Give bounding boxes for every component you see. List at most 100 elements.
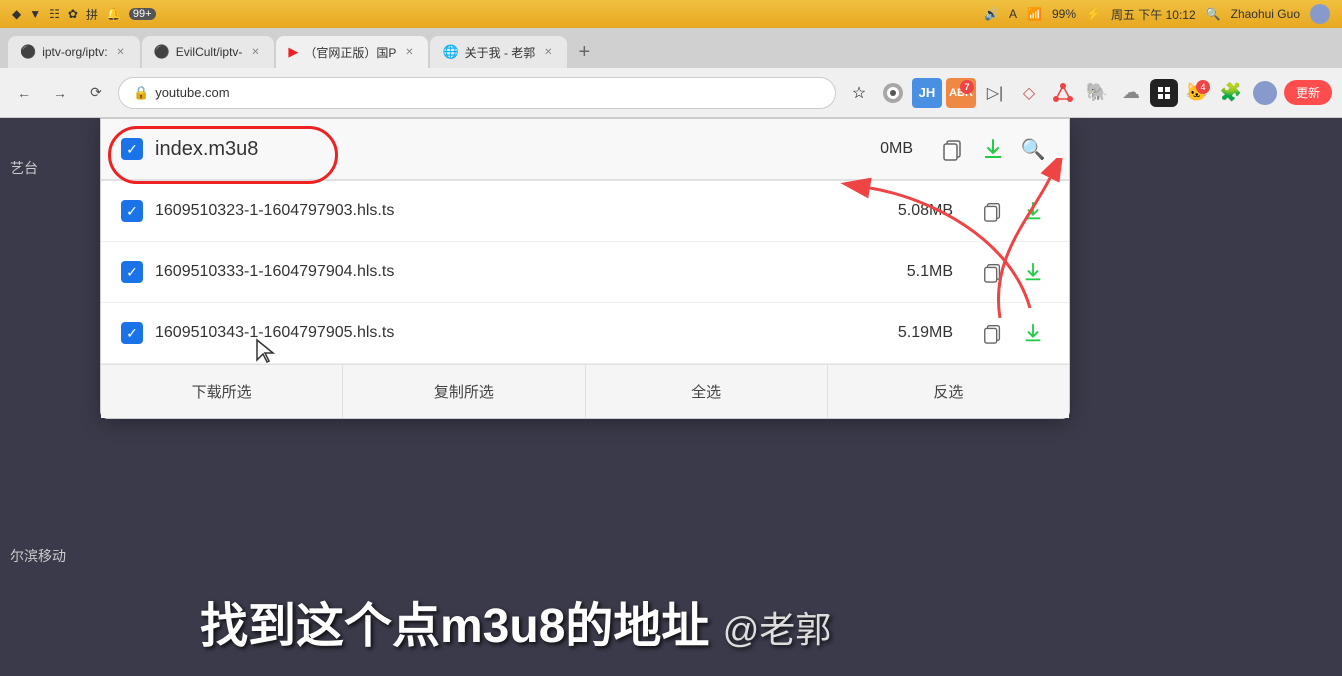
row-actions-1 — [977, 195, 1049, 227]
tab-about-me[interactable]: 🌐 关于我 - 老郭 ✕ — [430, 36, 567, 68]
github-icon-2: ⚫ — [154, 44, 170, 60]
ext-network-icon[interactable] — [1048, 78, 1078, 108]
github-icon-1: ⚫ — [20, 44, 36, 60]
copy-selected-button[interactable]: 复制所选 — [343, 365, 585, 418]
copy-icon-0[interactable] — [937, 133, 969, 165]
ext-arrow-icon[interactable]: ▷| — [980, 78, 1010, 108]
toolbar-icons-group: ☆ JH ABR 7 ▷| ◇ 🐘 ☁ 🐱 4 🧩 更新 — [844, 78, 1332, 108]
row-actions-3 — [977, 317, 1049, 349]
url-text: youtube.com — [155, 85, 229, 100]
download-icon-0[interactable] — [977, 133, 1009, 165]
datetime: 周五 下午 10:12 — [1111, 6, 1196, 23]
download-manager-popup: ✓ index.m3u8 0MB 🔍 ✓ 1609510323-1-160479… — [100, 118, 1070, 419]
filesize-3: 5.19MB — [873, 324, 953, 342]
filesize-0: 0MB — [833, 140, 913, 158]
wechat-icon: ✿ — [68, 7, 78, 21]
input-method-indicator: A — [1009, 7, 1017, 21]
download-icon-1[interactable] — [1017, 195, 1049, 227]
spotlight-icon[interactable]: 🔍 — [1206, 7, 1221, 21]
macos-top-bar: ◆ ▼ ☷ ✿ 拼 🔔 99+ 🔊 A 📶 99% ⚡ 周五 下午 10:12 … — [0, 0, 1342, 28]
filesize-2: 5.1MB — [873, 263, 953, 281]
bookmark-button[interactable]: ☆ — [844, 78, 874, 108]
filename-2: 1609510333-1-1604797904.hls.ts — [155, 263, 861, 281]
ext-abr-icon[interactable]: ABR 7 — [946, 78, 976, 108]
reload-button[interactable]: ⟳ — [82, 79, 110, 107]
tab-close-3[interactable]: ✕ — [402, 45, 416, 59]
notification-icon: 🔔 — [106, 7, 121, 21]
app-icon-2: ☷ — [49, 7, 60, 21]
tab-iptv-org[interactable]: ⚫ iptv-org/iptv: ✕ — [8, 36, 140, 68]
download-icon-2[interactable] — [1017, 256, 1049, 288]
forward-button[interactable]: → — [46, 79, 74, 107]
filesize-1: 5.08MB — [873, 202, 953, 220]
ext-evernote-icon[interactable]: 🐘 — [1082, 78, 1112, 108]
download-row-1: ✓ 1609510323-1-1604797903.hls.ts 5.08MB — [101, 181, 1069, 242]
checkbox-0[interactable]: ✓ — [121, 138, 143, 160]
lock-icon: 🔒 — [133, 85, 149, 101]
download-icon-3[interactable] — [1017, 317, 1049, 349]
tab-label-3: （官网正版）国P — [304, 44, 396, 61]
tab-close-1[interactable]: ✕ — [114, 45, 128, 59]
ext-cloud-icon[interactable]: ☁ — [1116, 78, 1146, 108]
tab-label-1: iptv-org/iptv: — [42, 45, 107, 59]
subtitle-main: 找到这个点m3u8的地址 — [200, 600, 709, 653]
ext-black-square-icon[interactable] — [1150, 79, 1178, 107]
youtube-icon: ▶ — [288, 44, 298, 60]
subtitle-text: 找到这个点m3u8的地址 @老郭 — [200, 586, 1342, 656]
app-icon-1: ▼ — [29, 7, 41, 21]
filename-3: 1609510343-1-1604797905.hls.ts — [155, 324, 861, 342]
download-row-2: ✓ 1609510333-1-1604797904.hls.ts 5.1MB — [101, 242, 1069, 303]
browser-tab-bar: ⚫ iptv-org/iptv: ✕ ⚫ EvilCult/iptv- ✕ ▶ … — [0, 28, 1342, 68]
macos-right-icons: 🔊 A 📶 99% ⚡ 周五 下午 10:12 🔍 Zhaohui Guo — [984, 4, 1330, 24]
download-selected-button[interactable]: 下载所选 — [101, 365, 343, 418]
filename-0: index.m3u8 — [155, 138, 821, 161]
back-button[interactable]: ← — [10, 79, 38, 107]
ext-diamond-icon[interactable]: ◇ — [1014, 78, 1044, 108]
download-row-0: ✓ index.m3u8 0MB 🔍 — [101, 119, 1069, 181]
address-bar-area: ← → ⟳ 🔒 youtube.com ☆ JH ABR 7 ▷| ◇ 🐘 ☁ … — [0, 68, 1342, 118]
ext-jh-icon[interactable]: JH — [912, 78, 942, 108]
sidebar-label-2: 尔滨移动 — [0, 536, 110, 576]
battery-level: 99% — [1052, 7, 1076, 21]
copy-icon-2[interactable] — [977, 256, 1009, 288]
app-icon-3: 拼 — [86, 6, 98, 23]
ext-orb-icon[interactable] — [878, 78, 908, 108]
bottom-buttons-row: 下载所选 复制所选 全选 反选 — [101, 364, 1069, 418]
search-icon-0[interactable]: 🔍 — [1017, 133, 1049, 165]
checkbox-3[interactable]: ✓ — [121, 322, 143, 344]
macos-left-icons: ◆ ▼ ☷ ✿ 拼 🔔 99+ — [12, 6, 156, 23]
checkbox-2[interactable]: ✓ — [121, 261, 143, 283]
ext-puzzle-icon[interactable]: 🧩 — [1216, 78, 1246, 108]
download-row-3: ✓ 1609510343-1-1604797905.hls.ts 5.19MB — [101, 303, 1069, 364]
user-avatar — [1310, 4, 1330, 24]
select-all-button[interactable]: 全选 — [586, 365, 828, 418]
notification-badge: 99+ — [129, 8, 156, 20]
tab-label-2: EvilCult/iptv- — [176, 45, 243, 59]
row-actions-0: 🔍 — [937, 133, 1049, 165]
invert-selection-button[interactable]: 反选 — [828, 365, 1069, 418]
ext-cat-icon[interactable]: 🐱 4 — [1182, 78, 1212, 108]
username: Zhaohui Guo — [1231, 7, 1300, 21]
tab-close-2[interactable]: ✕ — [248, 45, 262, 59]
tab-label-4: 关于我 - 老郭 — [465, 44, 536, 61]
page-content-area: 艺台 尔滨移动 ✓ index.m3u8 0MB 🔍 ✓ 1609510323-… — [0, 118, 1342, 676]
new-tab-button[interactable]: + — [569, 36, 599, 68]
globe-icon: 🌐 — [442, 44, 458, 60]
subtitle-at: @老郭 — [723, 609, 832, 650]
sidebar-label-1: 艺台 — [0, 148, 100, 188]
charge-icon: ⚡ — [1086, 7, 1101, 21]
copy-icon-3[interactable] — [977, 317, 1009, 349]
address-input[interactable]: 🔒 youtube.com — [118, 77, 836, 109]
wifi-icon: 📶 — [1027, 7, 1042, 21]
user-avatar-btn[interactable] — [1250, 78, 1280, 108]
apple-menu-icon[interactable]: ◆ — [12, 7, 21, 21]
copy-icon-1[interactable] — [977, 195, 1009, 227]
tab-close-4[interactable]: ✕ — [541, 45, 555, 59]
volume-icon: 🔊 — [984, 7, 999, 21]
tab-youtube[interactable]: ▶ （官网正版）国P ✕ — [276, 36, 428, 68]
filename-1: 1609510323-1-1604797903.hls.ts — [155, 202, 861, 220]
row-actions-2 — [977, 256, 1049, 288]
tab-evilcult[interactable]: ⚫ EvilCult/iptv- ✕ — [142, 36, 275, 68]
checkbox-1[interactable]: ✓ — [121, 200, 143, 222]
update-button[interactable]: 更新 — [1284, 80, 1332, 105]
